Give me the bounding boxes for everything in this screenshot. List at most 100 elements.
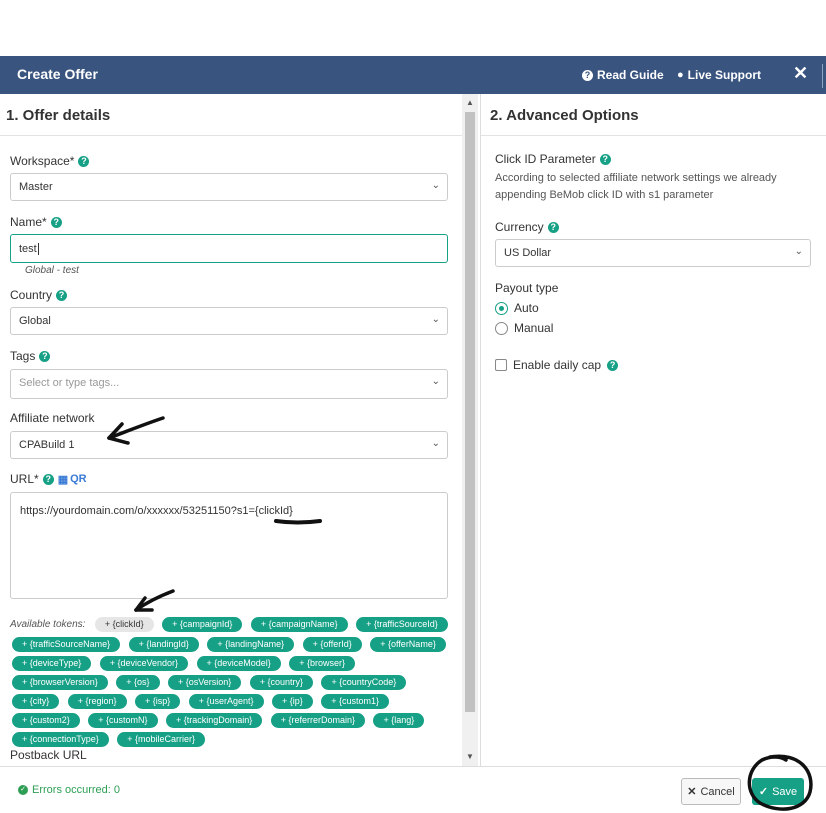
postback-url-label: Postback URL [10, 748, 87, 762]
token-chip[interactable]: + {userAgent} [188, 693, 264, 709]
token-chip[interactable]: + {landingId} [128, 636, 199, 652]
read-guide-link[interactable]: ? Read Guide [582, 68, 664, 82]
help-icon[interactable]: ? [607, 359, 619, 371]
workspace-select[interactable]: Master ⌄ [10, 173, 448, 201]
token-chip[interactable]: + {offerId} [302, 636, 362, 652]
token-chip[interactable]: + {custom2} [12, 712, 80, 728]
token-chip[interactable]: + {trafficSourceName} [12, 636, 121, 652]
token-chip[interactable]: + {campaignName} [250, 617, 348, 632]
tags-label: Tags ? [10, 349, 51, 363]
click-id-label: Click ID Parameter ? [495, 152, 611, 166]
url-value-prefix: https://yourdomain.com/o/xxxxxx/53251150… [20, 505, 255, 517]
token-chip[interactable]: + {os} [116, 674, 160, 690]
url-label: URL* ? ▦ QR [10, 472, 87, 486]
token-chip[interactable]: + {trafficSourceId} [356, 617, 448, 632]
question-icon: ? [582, 69, 593, 81]
name-input[interactable]: test [10, 234, 448, 263]
errors-status: ✓ Errors occurred: 0 [18, 784, 120, 796]
errors-text: Errors occurred: 0 [32, 784, 121, 796]
close-icon[interactable]: ✕ [793, 63, 808, 84]
country-label: Country ? [10, 288, 68, 302]
token-chip[interactable]: + {region} [67, 693, 127, 709]
token-chip[interactable]: + {deviceVendor} [99, 655, 189, 671]
help-icon[interactable]: ? [599, 153, 611, 165]
token-chip[interactable]: + {trackingDomain} [165, 712, 263, 728]
token-chip[interactable]: + {custom1} [321, 693, 389, 709]
token-chip[interactable]: + {landingName} [207, 636, 295, 652]
chevron-down-icon: ⌄ [794, 246, 803, 257]
chevron-down-icon: ⌄ [431, 180, 440, 191]
radio-icon[interactable] [495, 321, 508, 335]
affiliate-network-label: Affiliate network [10, 411, 95, 425]
token-chip[interactable]: + {browserVersion} [12, 674, 108, 690]
token-chip[interactable]: + {campaignId} [162, 617, 243, 632]
token-chip[interactable]: + {connectionType} [12, 731, 109, 747]
help-icon[interactable]: ? [78, 155, 90, 167]
dialog-title: Create Offer [17, 66, 98, 82]
token-chip[interactable]: + {customN} [88, 712, 158, 728]
help-icon[interactable]: ? [56, 289, 68, 301]
currency-select[interactable]: US Dollar ⌄ [495, 239, 811, 267]
header-divider [822, 64, 823, 88]
country-select[interactable]: Global ⌄ [10, 307, 448, 335]
offer-details-panel: 1. Offer details Workspace* ? Master ⌄ N… [0, 94, 462, 766]
payout-manual-label: Manual [514, 321, 554, 335]
help-icon[interactable]: ? [39, 350, 51, 362]
token-chip[interactable]: + {deviceModel} [196, 655, 281, 671]
token-chip[interactable]: + {offerName} [370, 636, 446, 652]
payout-auto-option[interactable]: Auto [495, 301, 539, 315]
daily-cap-option[interactable]: Enable daily cap ? [495, 358, 619, 372]
affiliate-network-value: CPABuild 1 [19, 439, 75, 451]
token-chip[interactable]: + {country} [249, 674, 314, 690]
token-chip[interactable]: + {referrerDomain} [270, 712, 366, 728]
help-icon[interactable]: ? [50, 216, 62, 228]
checkbox-icon[interactable] [495, 359, 507, 371]
help-icon[interactable]: ? [547, 221, 559, 233]
chevron-down-icon: ⌄ [431, 314, 440, 325]
token-chip[interactable]: + {mobileCarrier} [117, 731, 206, 747]
available-tokens: Available tokens: + {clickId} + {campaig… [10, 614, 455, 748]
tags-input[interactable]: Select or type tags... ⌄ [10, 369, 448, 399]
payout-manual-option[interactable]: Manual [495, 321, 553, 335]
token-chip[interactable]: + {lang} [373, 712, 425, 728]
scroll-down-icon[interactable]: ▼ [466, 752, 474, 761]
chat-icon: ● [677, 69, 684, 81]
workspace-label: Workspace* ? [10, 154, 90, 168]
qr-code-icon: ▦ [57, 473, 69, 486]
save-button[interactable]: ✓ Save [752, 778, 804, 805]
currency-label-text: Currency [495, 220, 544, 234]
token-chip[interactable]: + {browser} [289, 655, 356, 671]
country-value: Global [19, 315, 51, 327]
offer-details-title: 1. Offer details [0, 94, 462, 136]
qr-link[interactable]: ▦ QR [58, 473, 87, 486]
token-chip[interactable]: + {countryCode} [321, 674, 407, 690]
url-textarea[interactable]: https://yourdomain.com/o/xxxxxx/53251150… [10, 492, 448, 599]
save-label: Save [772, 785, 798, 798]
click-id-description: According to selected affiliate network … [495, 172, 777, 201]
payout-auto-label: Auto [514, 301, 539, 315]
name-value: test [19, 243, 37, 255]
token-chip[interactable]: + {city} [12, 693, 60, 709]
check-icon: ✓ [758, 786, 769, 798]
tokens-label: Available tokens: [10, 619, 86, 630]
token-chip[interactable]: + {ip} [271, 693, 313, 709]
affiliate-network-select[interactable]: CPABuild 1 ⌄ [10, 431, 448, 459]
cancel-button[interactable]: ✕ Cancel [681, 778, 741, 805]
token-chip[interactable]: + {osVersion} [167, 674, 242, 690]
workspace-value: Master [19, 181, 53, 193]
radio-selected-icon[interactable] [495, 301, 508, 315]
left-panel-scrollbar[interactable]: ▲ ▼ [462, 94, 478, 766]
payout-type-label: Payout type [495, 281, 559, 295]
url-value-token: {clickId} [254, 505, 293, 517]
country-label-text: Country [10, 288, 53, 302]
help-icon[interactable]: ? [42, 473, 54, 485]
check-circle-icon: ✓ [18, 785, 28, 795]
live-support-link[interactable]: ● Live Support [677, 68, 761, 82]
tags-label-text: Tags [10, 349, 36, 363]
token-chip[interactable]: + {isp} [134, 693, 181, 709]
token-chip[interactable]: + {deviceType} [12, 655, 92, 671]
scrollbar-thumb[interactable] [465, 112, 475, 712]
live-support-label: Live Support [687, 68, 761, 82]
scroll-up-icon[interactable]: ▲ [466, 98, 474, 107]
token-chip[interactable]: + {clickId} [94, 617, 154, 632]
